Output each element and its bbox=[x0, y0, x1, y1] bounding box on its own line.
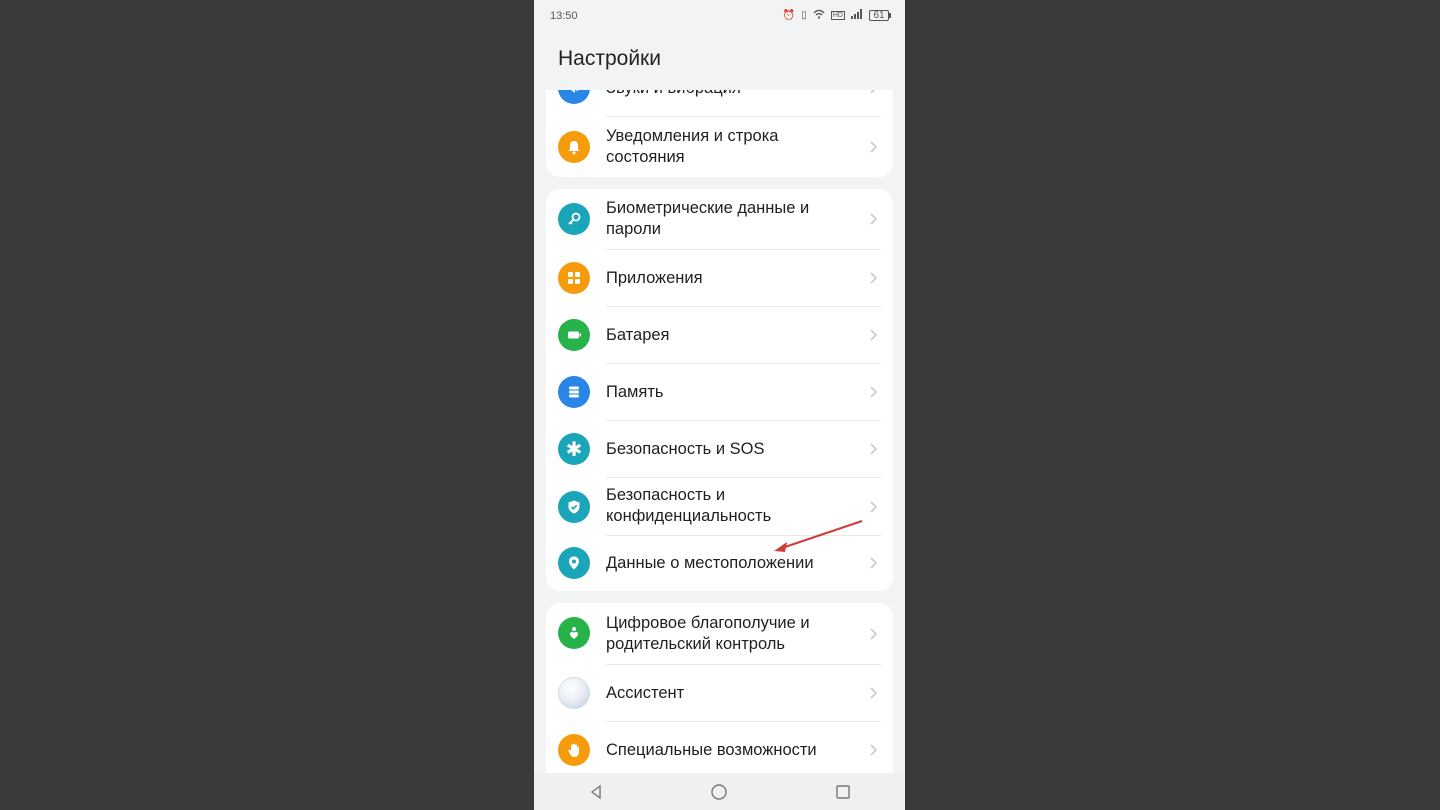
assistant-orb-icon bbox=[558, 677, 590, 709]
recents-button[interactable] bbox=[823, 777, 863, 807]
settings-item-battery[interactable]: Батарея bbox=[546, 307, 893, 363]
settings-group-sound-notifications: Звуки и вибрация Уведомления и строка со… bbox=[546, 90, 893, 177]
settings-item-label: Уведомления и строка состояния bbox=[606, 127, 779, 166]
apps-grid-icon bbox=[558, 262, 590, 294]
chevron-right-icon bbox=[867, 627, 881, 641]
settings-item-security-privacy[interactable]: Безопасность и конфиденциальность bbox=[546, 478, 893, 535]
bell-icon bbox=[558, 131, 590, 163]
key-icon bbox=[558, 203, 590, 235]
status-icons: ⏰ ▯ HD 61 bbox=[782, 9, 891, 22]
chevron-right-icon bbox=[867, 328, 881, 342]
settings-item-sound[interactable]: Звуки и вибрация bbox=[546, 90, 893, 116]
location-pin-icon bbox=[558, 547, 590, 579]
settings-item-label: Батарея bbox=[606, 326, 670, 344]
settings-list[interactable]: Звуки и вибрация Уведомления и строка со… bbox=[534, 90, 905, 773]
hd-icon: HD bbox=[830, 11, 845, 20]
back-button[interactable] bbox=[576, 777, 616, 807]
settings-item-apps[interactable]: Приложения bbox=[546, 250, 893, 306]
settings-item-notifications[interactable]: Уведомления и строка состояния bbox=[546, 117, 893, 177]
settings-item-assistant[interactable]: Ассистент bbox=[546, 665, 893, 721]
chevron-right-icon bbox=[867, 743, 881, 757]
settings-item-label: Безопасность и SOS bbox=[606, 440, 765, 458]
chevron-right-icon bbox=[867, 90, 881, 95]
settings-item-label: Цифровое благополучие и родительский кон… bbox=[606, 614, 810, 653]
status-bar: 13:50 ⏰ ▯ HD 61 bbox=[534, 0, 905, 34]
page-title: Настройки bbox=[558, 47, 661, 70]
settings-item-label: Безопасность и конфиденциальность bbox=[606, 486, 772, 525]
chevron-right-icon bbox=[867, 212, 881, 226]
wellbeing-icon bbox=[558, 617, 590, 649]
settings-item-digital-wellbeing[interactable]: Цифровое благополучие и родительский кон… bbox=[546, 603, 893, 664]
chevron-right-icon bbox=[867, 442, 881, 456]
settings-item-label: Память bbox=[606, 383, 664, 401]
settings-item-label: Специальные возможности bbox=[606, 741, 817, 759]
chevron-right-icon bbox=[867, 271, 881, 285]
home-button[interactable] bbox=[699, 777, 739, 807]
chevron-right-icon bbox=[867, 500, 881, 514]
sound-icon bbox=[558, 90, 590, 104]
alarm-icon: ⏰ bbox=[782, 10, 796, 21]
phone-screen: 13:50 ⏰ ▯ HD 61 Настройки Звуки и вибрац… bbox=[534, 0, 905, 810]
settings-item-storage[interactable]: Память bbox=[546, 364, 893, 420]
settings-group-system: Биометрические данные и пароли Приложени… bbox=[546, 189, 893, 591]
settings-item-label: Ассистент bbox=[606, 684, 685, 702]
settings-item-label: Биометрические данные и пароли bbox=[606, 199, 810, 238]
battery-status-icon: 61 bbox=[869, 10, 891, 21]
settings-item-location[interactable]: Данные о местоположении bbox=[546, 536, 893, 591]
signal-icon bbox=[851, 9, 863, 22]
battery-icon bbox=[558, 319, 590, 351]
back-icon bbox=[590, 784, 601, 799]
wifi-icon bbox=[813, 9, 825, 22]
chevron-right-icon bbox=[867, 385, 881, 399]
settings-item-label: Данные о местоположении bbox=[606, 554, 814, 572]
status-time: 13:50 bbox=[550, 10, 578, 22]
settings-group-wellbeing: Цифровое благополучие и родительский кон… bbox=[546, 603, 893, 773]
chevron-right-icon bbox=[867, 140, 881, 154]
settings-item-label: Приложения bbox=[606, 269, 703, 287]
shield-icon bbox=[558, 491, 590, 523]
vibrate-icon: ▯ bbox=[801, 10, 807, 21]
settings-item-safety-sos[interactable]: ✱ Безопасность и SOS bbox=[546, 421, 893, 477]
settings-item-biometrics[interactable]: Биометрические данные и пароли bbox=[546, 189, 893, 249]
storage-icon bbox=[558, 376, 590, 408]
hand-icon bbox=[558, 734, 590, 766]
settings-item-accessibility[interactable]: Специальные возможности bbox=[546, 722, 893, 773]
chevron-right-icon bbox=[867, 686, 881, 700]
home-icon bbox=[711, 783, 728, 800]
chevron-right-icon bbox=[867, 556, 881, 570]
recents-icon bbox=[836, 784, 850, 799]
asterisk-icon: ✱ bbox=[558, 433, 590, 465]
system-navigation-bar bbox=[534, 773, 905, 810]
settings-item-label: Звуки и вибрация bbox=[606, 90, 846, 99]
